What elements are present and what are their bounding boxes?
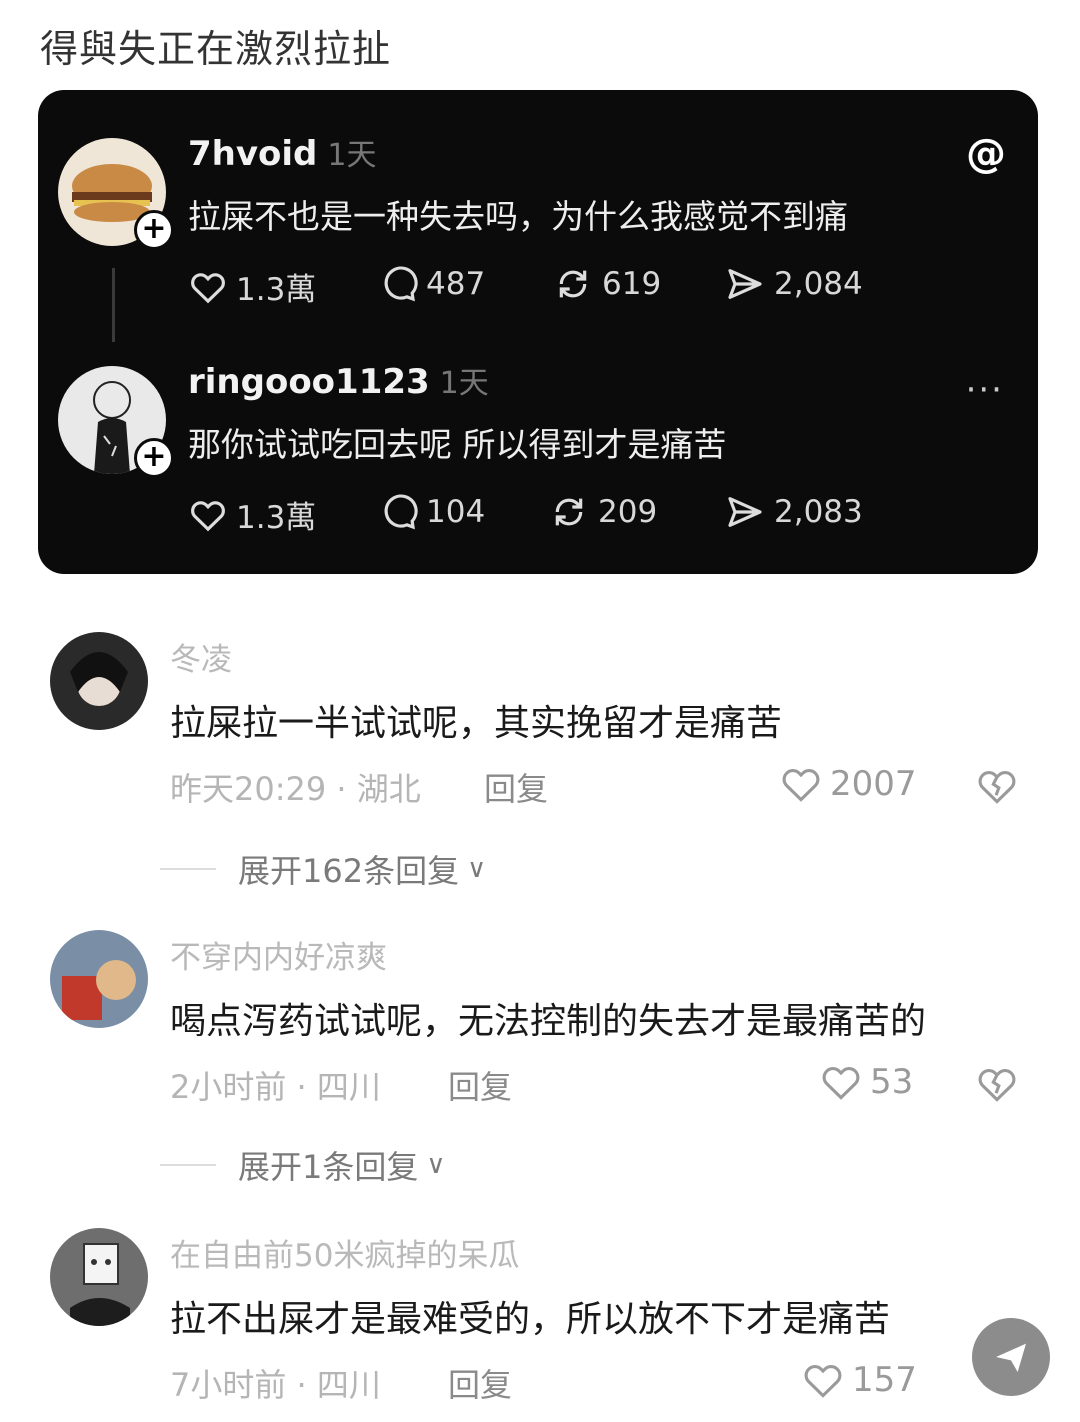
expand-replies-button[interactable]: 展开1条回复 ∨ [160, 1142, 445, 1188]
threads-screenshot-card: @ + 7hvoid1天 拉屎不也是一种失去吗，为什么我感觉不到痛 1.3萬 [38, 90, 1038, 574]
post-actions: 1.3萬 104 209 2,083 [188, 492, 948, 536]
comment-bubble-icon [384, 266, 418, 302]
heart-icon [782, 769, 820, 802]
post-username[interactable]: ringooo1123 1天 [188, 358, 489, 402]
post-text: 那你试试吃回去呢 所以得到才是痛苦 [188, 425, 727, 464]
comment-text: 喝点泻药试试呢，无法控制的失去才是最痛苦的 [170, 1001, 927, 1042]
post-text: 拉屎不也是一种失去吗，为什么我感觉不到痛 [188, 197, 848, 236]
heart-icon [191, 272, 225, 303]
avatar[interactable]: + [58, 366, 174, 478]
share-button[interactable]: 2,084 [724, 264, 863, 304]
comment-bubble-icon [384, 494, 418, 530]
threads-logo-icon: @ [966, 131, 1006, 177]
reply-button[interactable]: 回复 [448, 1360, 512, 1406]
comment-meta: 昨天20:29 · 湖北 [170, 770, 421, 808]
heart-icon [822, 1067, 860, 1100]
chevron-down-icon: ∨ [426, 1150, 446, 1180]
comment-username[interactable]: 不穿内内好凉爽 [170, 932, 387, 977]
repost-button[interactable]: 209 [548, 492, 657, 532]
chevron-down-icon: ∨ [467, 854, 487, 884]
avatar[interactable]: + [58, 138, 174, 250]
thread-connector-line [112, 268, 115, 342]
share-button[interactable]: 2,083 [724, 492, 863, 532]
like-button[interactable]: 157 [800, 1358, 917, 1402]
share-float-button[interactable] [972, 1318, 1050, 1396]
avatar[interactable] [50, 632, 148, 730]
like-button[interactable]: 2007 [778, 762, 917, 806]
avatar[interactable] [50, 930, 148, 1028]
avatar[interactable] [50, 1228, 148, 1326]
comment-button[interactable]: 487 [378, 264, 485, 304]
comment-username[interactable]: 冬凌 [170, 634, 232, 679]
reply-button[interactable]: 回复 [448, 1062, 512, 1108]
follow-plus-icon[interactable]: + [134, 210, 174, 250]
send-icon [996, 1343, 1026, 1372]
comment-button[interactable]: 104 [378, 492, 485, 532]
post-time: 1天 [327, 138, 377, 173]
follow-plus-icon[interactable]: + [134, 438, 174, 478]
comment-text: 拉屎拉一半试试呢，其实挽留才是痛苦 [170, 703, 783, 744]
expand-replies-button[interactable]: 展开162条回复 ∨ [160, 846, 486, 892]
send-icon [728, 497, 762, 527]
repost-icon [559, 270, 587, 298]
send-icon [728, 269, 762, 299]
like-button[interactable]: 1.3萬 [188, 264, 316, 309]
comment-username[interactable]: 在自由前50米疯掉的呆瓜 [170, 1230, 519, 1275]
dislike-broken-heart-icon[interactable] [974, 764, 1020, 812]
comment-text: 拉不出屎才是最难受的，所以放不下才是痛苦 [170, 1299, 891, 1340]
repost-icon [555, 498, 583, 526]
post-actions: 1.3萬 487 619 2,084 [188, 264, 948, 308]
like-button[interactable]: 1.3萬 [188, 492, 316, 537]
comment-meta: 7小时前 · 四川 [170, 1366, 381, 1404]
repost-button[interactable]: 619 [552, 264, 661, 304]
heart-icon [804, 1365, 842, 1398]
post-username[interactable]: 7hvoid 1天 [188, 130, 376, 174]
comment-meta: 2小时前 · 四川 [170, 1068, 381, 1106]
post-time: 1天 [439, 366, 489, 401]
more-options-icon[interactable]: ··· [966, 370, 1004, 410]
reply-button[interactable]: 回复 [484, 764, 548, 810]
page-title: 得與失正在激烈拉扯 [40, 27, 392, 71]
dislike-broken-heart-icon[interactable] [974, 1062, 1020, 1110]
like-button[interactable]: 53 [818, 1060, 913, 1104]
heart-icon [191, 500, 225, 531]
